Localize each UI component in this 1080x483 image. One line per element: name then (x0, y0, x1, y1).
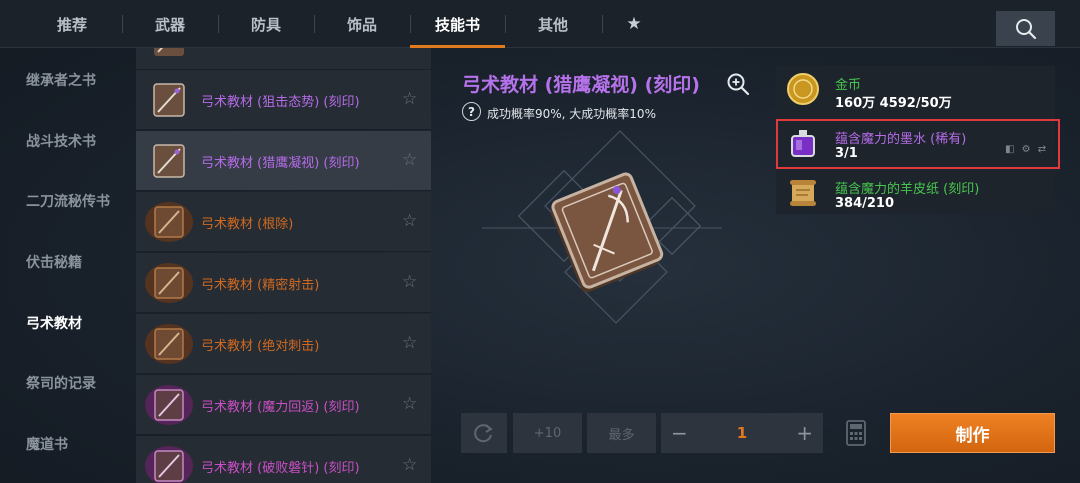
star-outline-icon[interactable]: ☆ (402, 272, 417, 292)
item-name: 弓术教材 (猎鹰凝视) (刻印) (201, 156, 360, 171)
category-grimoire[interactable]: 魔道书 (26, 434, 68, 454)
material-name: 金币 (835, 78, 862, 93)
book-icon (145, 385, 193, 425)
zoom-in-icon[interactable] (726, 72, 750, 96)
tab-skill-books[interactable]: 技能书 (410, 0, 505, 48)
star-outline-icon[interactable]: ☆ (402, 333, 417, 353)
parchment-scroll-icon (790, 180, 816, 206)
tab-accessories[interactable]: 饰品 (322, 0, 402, 48)
quantity-stepper: − 1 + (661, 413, 823, 453)
tab-divider (505, 15, 506, 33)
star-icon: ★ (626, 14, 642, 34)
craft-button[interactable]: 制作 (890, 413, 1055, 453)
plus-ten-button[interactable]: +10 (513, 413, 582, 453)
book-icon (145, 446, 193, 483)
book-icon (145, 263, 193, 303)
help-icon[interactable]: ? (462, 102, 481, 121)
item-name: 弓术教材 (绝对刺击) (201, 339, 320, 354)
item-name: 弓术教材 (狙击态势) (刻印) (201, 95, 360, 110)
material-row-parchment[interactable]: 蕴含魔力的羊皮纸 (刻印) 384/210 (776, 170, 1055, 216)
list-item[interactable]: 弓术教材 (破败磐针) (刻印) ☆ (136, 436, 431, 483)
decrement-button[interactable]: − (671, 421, 688, 445)
category-dual-blade-book[interactable]: 二刀流秘传书 (26, 191, 110, 211)
tab-favorites[interactable]: ★ (612, 0, 656, 48)
search-button[interactable] (996, 11, 1055, 46)
max-button[interactable]: 最多 (587, 413, 656, 453)
quantity-value[interactable]: 1 (737, 424, 747, 442)
star-outline-icon[interactable]: ☆ (402, 455, 417, 475)
refresh-icon (474, 424, 493, 443)
gold-coin-icon (787, 73, 819, 105)
book-icon (145, 324, 193, 364)
recipe-list: 弓术教材 (狙击态势) (刻印) ☆ 弓术教材 (猎鹰凝视) (刻印) ☆ 弓术… (136, 48, 431, 483)
list-item[interactable]: 弓术教材 (根除) ☆ (136, 192, 431, 252)
tab-divider (602, 15, 603, 33)
tab-divider (218, 15, 219, 33)
list-item[interactable]: 弓术教材 (精密射击) ☆ (136, 253, 431, 313)
book-icon (153, 83, 185, 117)
list-item[interactable]: 弓术教材 (狙击态势) (刻印) ☆ (136, 70, 431, 130)
reset-button[interactable] (461, 413, 507, 453)
book-icon (153, 144, 185, 178)
category-ambush-book[interactable]: 伏击秘籍 (26, 252, 82, 272)
item-name: 弓术教材 (破败磐针) (刻印) (201, 461, 360, 476)
star-outline-icon[interactable]: ☆ (402, 394, 417, 414)
book-icon (154, 48, 184, 56)
book-icon (145, 202, 193, 242)
tab-armor[interactable]: 防具 (226, 0, 306, 48)
category-inheritor-book[interactable]: 继承者之书 (26, 70, 96, 90)
material-count: 160万 4592/50万 (835, 96, 952, 111)
increment-button[interactable]: + (796, 421, 813, 445)
item-name: 弓术教材 (根除) (201, 217, 294, 232)
tab-divider (314, 15, 315, 33)
star-outline-icon[interactable]: ☆ (402, 89, 417, 109)
material-name: 蕴含魔力的羊皮纸 (刻印) (835, 182, 980, 197)
tab-recommended[interactable]: 推荐 (32, 0, 112, 48)
success-rate-text: 成功概率90%, 大成功概率10% (487, 107, 656, 121)
list-item[interactable] (136, 48, 431, 70)
search-icon (1015, 18, 1036, 39)
item-name: 弓术教材 (魔力回返) (刻印) (201, 400, 360, 415)
category-combat-tech-book[interactable]: 战斗技术书 (26, 131, 96, 151)
calculator-icon[interactable] (846, 420, 866, 446)
tab-divider (122, 15, 123, 33)
category-archery-textbook[interactable]: 弓术教材 (26, 313, 82, 333)
list-item[interactable]: 弓术教材 (猎鹰凝视) (刻印) ☆ (136, 131, 431, 191)
material-row-gold[interactable]: 金币 160万 4592/50万 (776, 66, 1055, 112)
star-outline-icon[interactable]: ☆ (402, 211, 417, 231)
book-emblem-illustration (482, 130, 722, 324)
star-outline-icon[interactable]: ☆ (402, 150, 417, 170)
tab-weapons[interactable]: 武器 (130, 0, 210, 48)
item-name: 弓术教材 (精密射击) (201, 278, 320, 293)
tab-other[interactable]: 其他 (513, 0, 593, 48)
list-item[interactable]: 弓术教材 (魔力回返) (刻印) ☆ (136, 375, 431, 435)
list-item[interactable]: 弓术教材 (绝对刺击) ☆ (136, 314, 431, 374)
highlight-annotation-box (776, 119, 1060, 169)
material-count: 384/210 (835, 196, 895, 211)
detail-title: 弓术教材 (猎鹰凝视) (刻印) (462, 74, 700, 96)
top-tab-bar: 推荐 武器 防具 饰品 技能书 其他 ★ (0, 0, 1080, 48)
category-priest-record[interactable]: 祭司的记录 (26, 373, 96, 393)
